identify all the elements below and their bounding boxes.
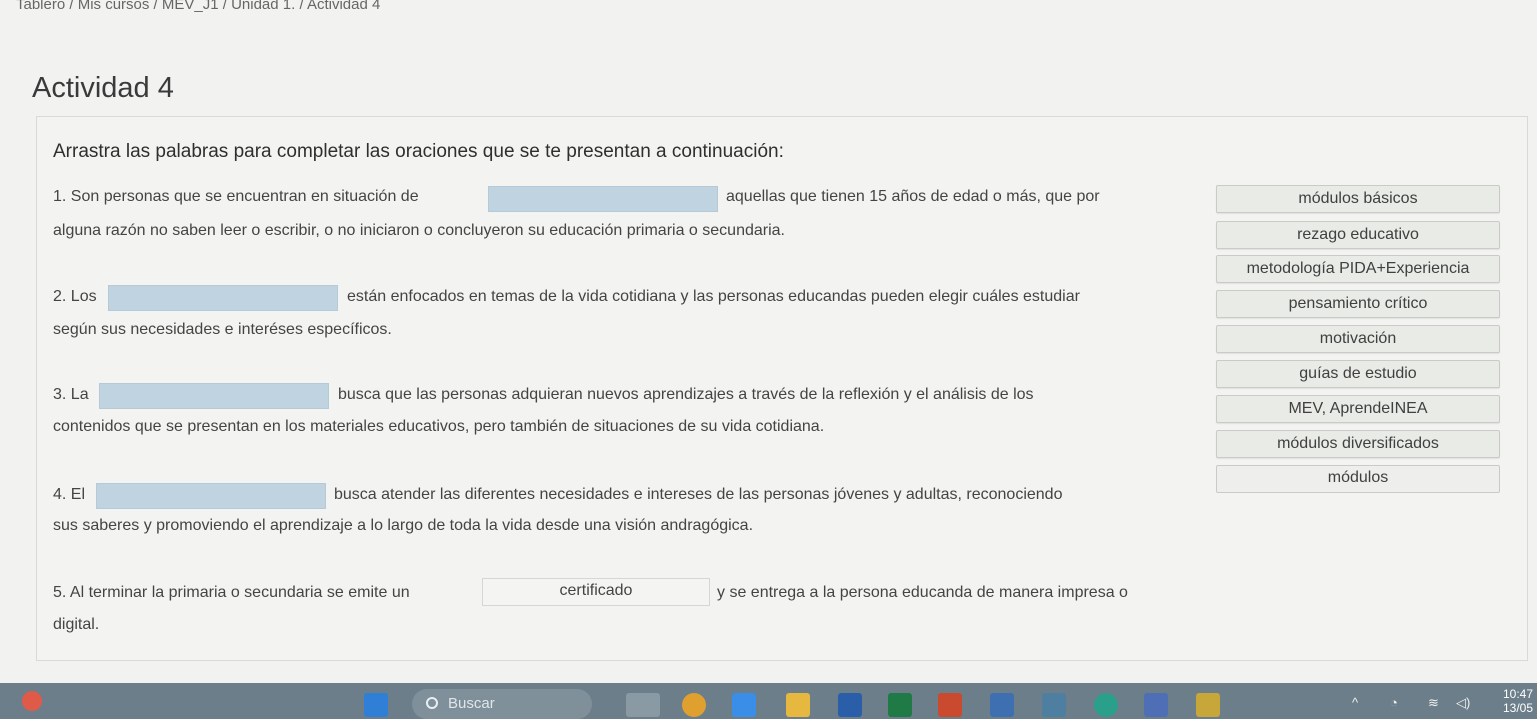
taskbar-search[interactable]: Buscar bbox=[412, 689, 592, 719]
chevron-up-icon[interactable]: ^ bbox=[1352, 695, 1358, 710]
sentence-4-line2: sus saberes y promoviendo el aprendizaje… bbox=[53, 517, 754, 534]
sentence-5-start: 5. Al terminar la primaria o secundaria … bbox=[53, 584, 410, 601]
widgets-icon[interactable] bbox=[626, 693, 660, 717]
clock-time: 10:47 bbox=[1502, 687, 1533, 701]
sentence-3-end: busca que las personas adquieran nuevos … bbox=[338, 386, 1034, 403]
sentence-5-end: y se entrega a la persona educanda de ma… bbox=[717, 584, 1128, 601]
sentence-2-end: están enfocados en temas de la vida coti… bbox=[347, 288, 1080, 305]
photos-icon[interactable] bbox=[990, 693, 1014, 717]
search-icon bbox=[426, 697, 438, 709]
excel-icon[interactable] bbox=[888, 693, 912, 717]
page-title: Actividad 4 bbox=[32, 72, 174, 104]
clock-date: 13/05 bbox=[1502, 701, 1533, 715]
word-chip[interactable]: pensamiento crítico bbox=[1216, 290, 1500, 318]
taskbar: Buscar ^ ◔ ≋ ◁) 10:47 13/05 bbox=[0, 683, 1537, 719]
wifi-icon[interactable]: ≋ bbox=[1428, 695, 1439, 711]
calculator-icon[interactable] bbox=[1042, 693, 1066, 717]
network-icon[interactable]: ◔ bbox=[1390, 695, 1398, 710]
drop-slot-2[interactable] bbox=[108, 285, 338, 311]
sentence-3-line2: contenidos que se presentan en los mater… bbox=[53, 418, 825, 435]
word-chip[interactable]: guías de estudio bbox=[1216, 360, 1500, 388]
word-chip[interactable]: módulos básicos bbox=[1216, 185, 1500, 213]
sentence-1-line2: alguna razón no saben leer o escribir, o… bbox=[53, 222, 785, 239]
notes-icon[interactable] bbox=[1196, 693, 1220, 717]
file-explorer-icon[interactable] bbox=[786, 693, 810, 717]
word-chip[interactable]: rezago educativo bbox=[1216, 221, 1500, 249]
word-chip[interactable]: módulos bbox=[1216, 465, 1500, 493]
breadcrumb[interactable]: Tablero / Mis cursos / MEV_J1 / Unidad 1… bbox=[16, 0, 380, 13]
sentence-2-start: 2. Los bbox=[53, 288, 97, 305]
word-icon[interactable] bbox=[838, 693, 862, 717]
teams-icon[interactable] bbox=[1144, 693, 1168, 717]
word-chip[interactable]: metodología PIDA+Experiencia bbox=[1216, 255, 1500, 283]
drop-slot-3[interactable] bbox=[99, 383, 329, 409]
app-icon[interactable] bbox=[1094, 693, 1118, 717]
edge-icon[interactable] bbox=[732, 693, 756, 717]
sentence-5-line2: digital. bbox=[53, 616, 100, 633]
word-chip[interactable]: motivación bbox=[1216, 325, 1500, 353]
search-label: Buscar bbox=[448, 695, 495, 712]
sentence-3-start: 3. La bbox=[53, 386, 89, 403]
powerpoint-icon[interactable] bbox=[938, 693, 962, 717]
taskbar-clock[interactable]: 10:47 13/05 bbox=[1503, 687, 1533, 715]
weather-icon[interactable] bbox=[22, 691, 42, 711]
sentence-1-end: aquellas que tienen 15 años de edad o má… bbox=[726, 188, 1100, 205]
sentence-4-start: 4. El bbox=[53, 486, 86, 503]
drop-slot-4[interactable] bbox=[96, 483, 326, 509]
chrome-icon[interactable] bbox=[682, 693, 706, 717]
sentence-1-start: 1. Son personas que se encuentran en sit… bbox=[53, 188, 419, 205]
instruction-text: Arrastra las palabras para completar las… bbox=[53, 141, 784, 162]
drop-slot-5[interactable]: certificado bbox=[482, 578, 710, 606]
sentence-4-end: busca atender las diferentes necesidades… bbox=[334, 486, 1063, 503]
word-chip[interactable]: módulos diversificados bbox=[1216, 430, 1500, 458]
volume-icon[interactable]: ◁) bbox=[1456, 695, 1470, 711]
sentence-2-line2: según sus necesidades e interéses especí… bbox=[53, 321, 392, 338]
drop-slot-1[interactable] bbox=[488, 186, 718, 212]
word-chip[interactable]: MEV, AprendeINEA bbox=[1216, 395, 1500, 423]
windows-start-icon[interactable] bbox=[364, 693, 388, 717]
